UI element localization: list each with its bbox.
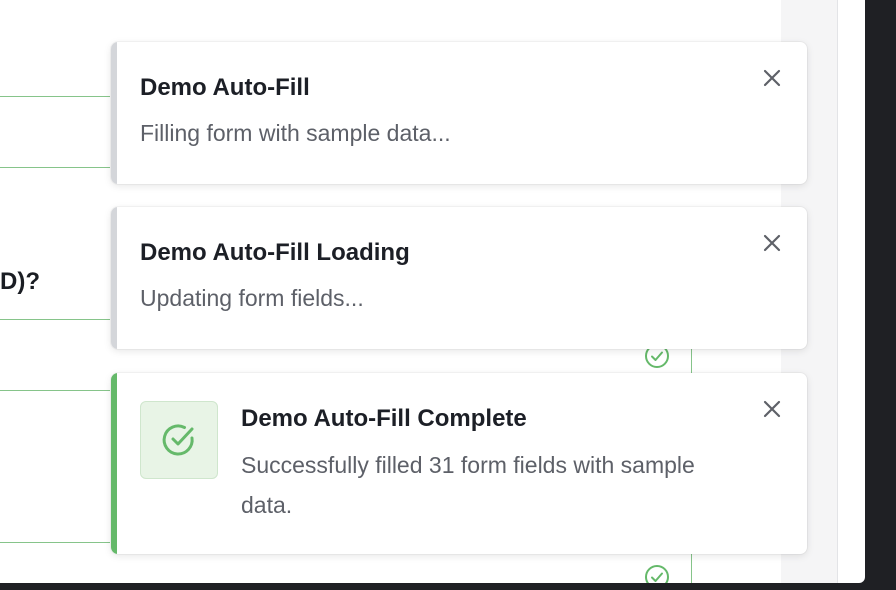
form-field-underline [0,96,110,97]
close-icon[interactable] [760,397,784,421]
toast-message: Filling form with sample data... [140,120,451,146]
form-field-underline [0,167,110,168]
toast-notification: Demo Auto-Fill Loading Updating form fie… [111,207,807,349]
form-field-underline [0,390,110,391]
toast-title: Demo Auto-Fill Loading [140,239,410,266]
toast-accent-bar [111,42,117,184]
close-icon[interactable] [760,231,784,255]
check-circle-icon [162,424,194,456]
toast-notification: Demo Auto-Fill Filling form with sample … [111,42,807,184]
close-icon[interactable] [760,66,784,90]
toast-title: Demo Auto-Fill Complete [241,405,527,432]
check-circle-icon [645,565,669,583]
form-question: D)? [0,268,40,295]
toast-accent-bar [111,373,117,554]
success-icon-box [140,401,218,479]
app-window: D)? Demo Auto-Fill Filling form with sam… [0,0,865,583]
toast-message: Successfully filled 31 form fields with … [241,452,695,518]
form-field-underline [0,542,110,543]
toast-notification-success: Demo Auto-Fill Complete Successfully fil… [111,373,807,554]
toast-title: Demo Auto-Fill [140,74,310,101]
form-field-underline [0,319,110,320]
toast-message: Updating form fields... [140,285,364,311]
toast-accent-bar [111,207,117,349]
